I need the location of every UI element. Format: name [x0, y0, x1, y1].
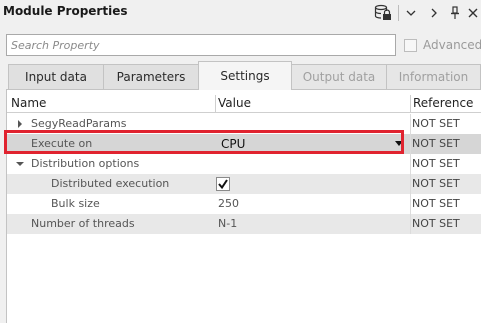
column-divider[interactable]: [410, 95, 411, 113]
table-header: Name Value Reference: [7, 95, 481, 113]
close-icon[interactable]: [466, 3, 480, 23]
dropdown-arrow-icon[interactable]: [395, 141, 403, 146]
property-reference[interactable]: NOT SET: [411, 214, 481, 234]
database-lock-icon[interactable]: [372, 3, 394, 23]
table-row[interactable]: Distributed execution NOT SET: [7, 174, 481, 194]
execute-on-dropdown[interactable]: CPU: [221, 134, 245, 154]
tab-label: Information: [398, 70, 469, 84]
property-name: Distributed execution: [51, 177, 170, 190]
tab-label: Output data: [302, 70, 376, 84]
tab-label: Parameters: [116, 70, 186, 84]
pin-icon[interactable]: [448, 3, 462, 23]
tab-parameters[interactable]: Parameters: [103, 64, 199, 89]
column-divider[interactable]: [215, 95, 216, 113]
property-name: Number of threads: [31, 217, 135, 230]
bulk-size-value[interactable]: 250: [218, 194, 239, 214]
table-row[interactable]: SegyReadParams NOT SET: [7, 114, 481, 134]
number-of-threads-value[interactable]: N-1: [218, 214, 237, 234]
table-row[interactable]: Bulk size 250 NOT SET: [7, 194, 481, 214]
advanced-checkbox[interactable]: [404, 38, 417, 52]
tab-label: Settings: [220, 69, 270, 83]
property-name: Execute on: [31, 137, 93, 150]
table-row[interactable]: Number of threads N-1 NOT SET: [7, 214, 481, 234]
column-header-reference[interactable]: Reference: [413, 95, 473, 113]
properties-table: Name Value Reference SegyReadParams NOT …: [6, 90, 481, 323]
tab-label: Input data: [25, 70, 87, 84]
property-reference[interactable]: NOT SET: [411, 194, 481, 214]
distributed-execution-checkbox[interactable]: [216, 177, 230, 191]
tab-settings[interactable]: Settings: [198, 61, 292, 90]
column-header-name[interactable]: Name: [11, 95, 46, 113]
collapse-arrow-icon[interactable]: [15, 154, 25, 174]
property-reference[interactable]: NOT SET: [411, 114, 481, 134]
expand-arrow-icon[interactable]: [15, 114, 25, 134]
property-reference[interactable]: NOT SET: [411, 174, 481, 194]
tab-information[interactable]: Information: [386, 64, 481, 89]
search-input[interactable]: [6, 34, 396, 56]
property-name: Distribution options: [31, 157, 140, 170]
property-name: Bulk size: [51, 197, 100, 210]
table-row[interactable]: Execute on CPU NOT SET: [7, 134, 481, 154]
window-title: Module Properties: [3, 4, 128, 18]
property-reference[interactable]: NOT SET: [411, 154, 481, 174]
chevron-down-icon[interactable]: [404, 3, 418, 23]
table-row[interactable]: Distribution options NOT SET: [7, 154, 481, 174]
advanced-label: Advanced: [423, 38, 481, 52]
column-header-value[interactable]: Value: [218, 95, 251, 113]
tab-output-data[interactable]: Output data: [291, 64, 387, 89]
advanced-toggle[interactable]: Advanced: [404, 36, 481, 54]
toolbar-separator: [398, 5, 399, 21]
property-name: SegyReadParams: [31, 117, 127, 130]
title-bar: Module Properties: [0, 0, 481, 27]
tab-input-data[interactable]: Input data: [8, 64, 104, 89]
property-reference[interactable]: NOT SET: [411, 134, 481, 154]
chevron-right-icon[interactable]: [427, 3, 441, 23]
